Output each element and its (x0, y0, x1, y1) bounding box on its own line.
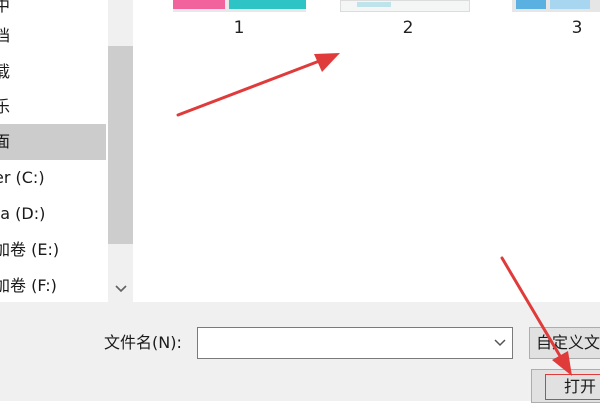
filename-label: 文件名(N): (104, 333, 182, 352)
nav-scrollbar-thumb[interactable] (108, 46, 133, 244)
nav-item-drive-e[interactable]: 加卷 (E:) (0, 232, 106, 268)
chevron-down-icon-glyph (114, 285, 127, 293)
file-thumbnail-3[interactable] (512, 0, 600, 12)
nav-item-label: 面 (0, 132, 11, 151)
nav-item-label: 乐 (0, 97, 11, 116)
nav-item-desktop[interactable]: 面 (0, 124, 106, 160)
open-button-label: 打开 (564, 377, 597, 396)
dropdown-chevron-glyph (494, 339, 506, 347)
thumb-block (229, 0, 306, 9)
thumb-block (516, 0, 546, 9)
nav-item-downloads[interactable]: 载 (0, 54, 106, 90)
thumb-block (173, 0, 225, 9)
file-label-1[interactable]: 1 (224, 18, 254, 38)
nav-item-label: er (C:) (0, 168, 45, 187)
nav-item-music[interactable]: 乐 (0, 89, 106, 125)
file-label-3[interactable]: 3 (562, 18, 592, 38)
file-label-2[interactable]: 2 (393, 18, 423, 38)
file-thumbnail-2[interactable] (340, 0, 470, 12)
nav-item-label: 加卷 (F:) (0, 276, 57, 295)
filename-input[interactable] (197, 327, 513, 359)
thumb-block (550, 0, 590, 9)
nav-item-label: ta (D:) (0, 204, 46, 223)
file-thumbnail-1[interactable] (173, 0, 306, 12)
file-type-filter[interactable]: 自定义文 (529, 327, 600, 359)
nav-item-label: 加卷 (E:) (0, 240, 60, 259)
chevron-down-icon[interactable] (108, 276, 133, 302)
nav-item-label: 载 (0, 62, 11, 81)
nav-item-drive-c[interactable]: er (C:) (0, 160, 106, 196)
file-thumbnails: 1 2 3 (0, 0, 600, 48)
nav-item-drive-f[interactable]: 加卷 (F:) (0, 268, 106, 304)
thumb-block (357, 2, 391, 7)
open-button[interactable]: 打开 (531, 369, 600, 403)
chevron-down-icon[interactable] (488, 327, 512, 359)
nav-item-drive-d[interactable]: ta (D:) (0, 196, 106, 232)
